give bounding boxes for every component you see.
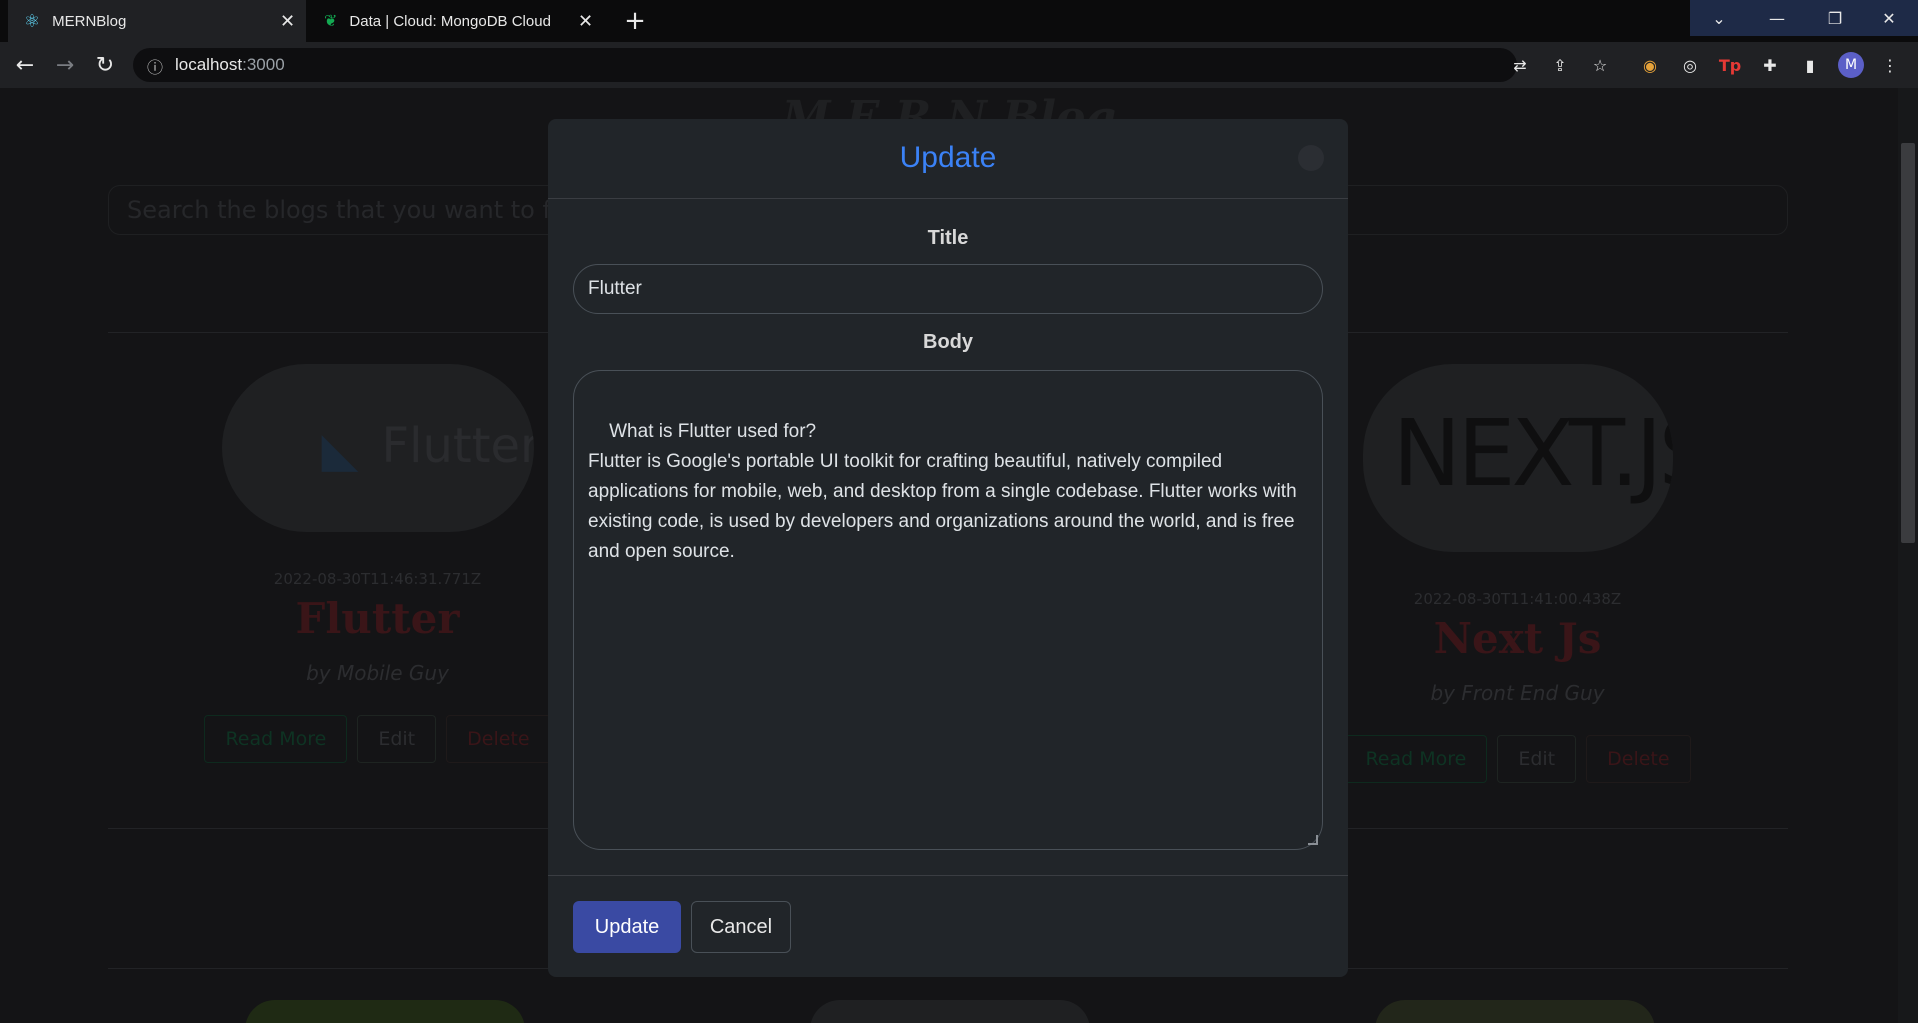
read-more-button[interactable]: Read More xyxy=(1344,735,1488,783)
edit-button[interactable]: Edit xyxy=(1497,735,1577,783)
restore-icon[interactable]: ❐ xyxy=(1806,0,1864,36)
close-tab-icon[interactable]: ✕ xyxy=(578,11,593,32)
page-scrollbar[interactable] xyxy=(1898,88,1918,1023)
mongodb-leaf-icon: ❦ xyxy=(324,13,338,30)
tab-search-icon[interactable]: ⌄ xyxy=(1690,0,1748,36)
body-textarea[interactable]: What is Flutter used for? Flutter is Goo… xyxy=(573,370,1323,850)
card-author: by Front End Guy xyxy=(1430,681,1605,705)
forward-icon[interactable]: → xyxy=(50,50,80,80)
react-icon: ⚛ xyxy=(24,10,41,31)
browser-toolbar: ← → ↻ ⓘ localhost:3000 ⇄ ⇪ ☆ ◉ ◎ Tp ✚ ▮ … xyxy=(0,42,1918,88)
update-button[interactable]: Update xyxy=(573,901,681,953)
card-date: 2022-08-30T11:46:31.771Z xyxy=(273,570,482,588)
card-actions: Read More Edit Delete xyxy=(190,715,565,763)
back-icon[interactable]: ← xyxy=(10,50,40,80)
read-more-button[interactable]: Read More xyxy=(204,715,348,763)
blog-card: ◣ Flutter 2022-08-30T11:46:31.771Z Flutt… xyxy=(190,364,565,763)
bookmark-star-icon[interactable]: ☆ xyxy=(1588,53,1612,77)
body-label: Body xyxy=(923,331,973,353)
title-input[interactable]: Flutter xyxy=(573,264,1323,314)
card-image: NEXT.JS xyxy=(1362,364,1673,552)
translate-icon[interactable]: ⇄ xyxy=(1508,53,1532,77)
modal-title: Update xyxy=(899,141,997,174)
modal-header: Update xyxy=(548,119,1348,199)
card-image-partial xyxy=(810,1000,1090,1023)
reload-icon[interactable]: ↻ xyxy=(90,50,120,80)
tab-mernblog[interactable]: ⚛ MERNBlog ✕ xyxy=(8,0,306,42)
extension-glasses-icon[interactable]: ◎ xyxy=(1678,53,1702,77)
profile-avatar[interactable]: M xyxy=(1838,52,1864,78)
close-icon[interactable] xyxy=(1298,145,1324,171)
extension-color-icon[interactable]: ◉ xyxy=(1638,53,1662,77)
address-bar[interactable]: ⓘ localhost:3000 xyxy=(133,48,1517,82)
tab-mongodb[interactable]: ❦ Data | Cloud: MongoDB Cloud ✕ xyxy=(310,0,608,42)
card-title: Flutter xyxy=(295,594,460,643)
card-image-partial xyxy=(245,1000,525,1023)
tab-title: Data | Cloud: MongoDB Cloud xyxy=(349,12,551,30)
card-image-partial xyxy=(1375,1000,1655,1023)
edit-button[interactable]: Edit xyxy=(357,715,437,763)
delete-button[interactable]: Delete xyxy=(1586,735,1691,783)
body-text: What is Flutter used for? Flutter is Goo… xyxy=(588,421,1297,562)
card-image: ◣ Flutter xyxy=(221,364,534,532)
close-window-icon[interactable]: ✕ xyxy=(1860,0,1918,36)
tab-title: MERNBlog xyxy=(52,12,127,30)
close-tab-icon[interactable]: ✕ xyxy=(280,11,295,32)
new-tab-button[interactable]: + xyxy=(620,6,650,36)
side-panel-icon[interactable]: ▮ xyxy=(1798,53,1822,77)
extensions-puzzle-icon[interactable]: ✚ xyxy=(1758,53,1782,77)
update-modal: Update Title Flutter Body What is Flutte… xyxy=(548,119,1348,977)
title-label: Title xyxy=(927,227,969,249)
browser-tab-strip: ⚛ MERNBlog ✕ ❦ Data | Cloud: MongoDB Clo… xyxy=(0,0,1918,42)
cancel-button[interactable]: Cancel xyxy=(691,901,791,953)
resize-handle-icon[interactable] xyxy=(1308,835,1318,845)
scrollbar-thumb[interactable] xyxy=(1901,143,1915,543)
minimize-icon[interactable]: — xyxy=(1748,0,1806,36)
share-icon[interactable]: ⇪ xyxy=(1548,53,1572,77)
card-actions: Read More Edit Delete xyxy=(1330,735,1705,783)
info-icon: ⓘ xyxy=(147,60,164,77)
modal-footer: Update Cancel xyxy=(548,875,1348,977)
delete-button[interactable]: Delete xyxy=(446,715,551,763)
url-port: :3000 xyxy=(242,55,285,74)
card-date: 2022-08-30T11:41:00.438Z xyxy=(1413,590,1622,608)
blog-card: NEXT.JS 2022-08-30T11:41:00.438Z Next Js… xyxy=(1330,364,1705,783)
flutter-logo-icon: ◣ xyxy=(321,422,359,478)
extension-tp-icon[interactable]: Tp xyxy=(1718,53,1742,77)
menu-kebab-icon[interactable]: ⋮ xyxy=(1878,53,1902,77)
url-host: localhost xyxy=(175,55,243,74)
card-title: Next Js xyxy=(1433,614,1602,663)
card-author: by Mobile Guy xyxy=(306,661,449,685)
